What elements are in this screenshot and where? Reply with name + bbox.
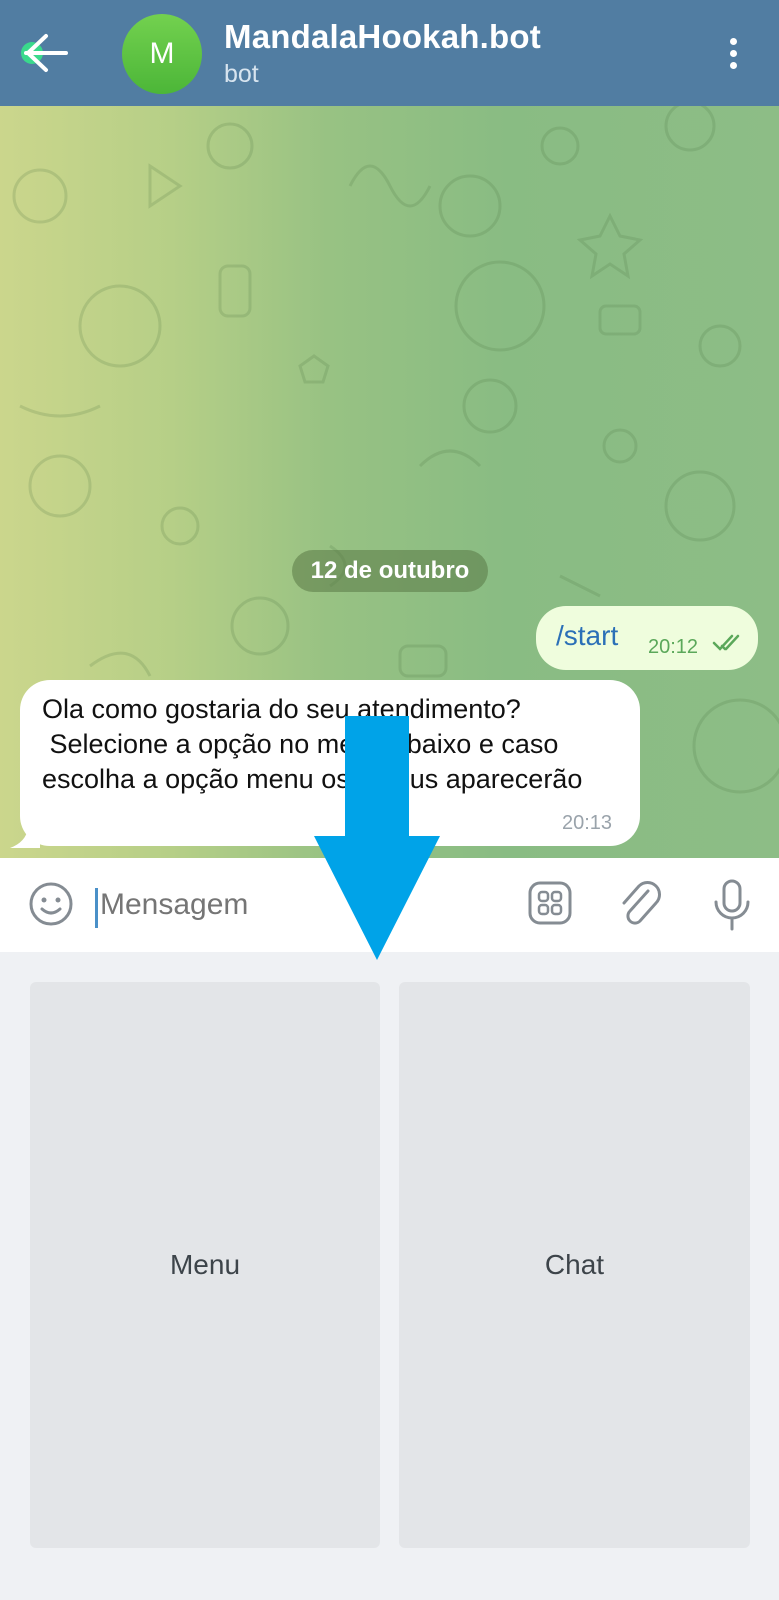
kebab-menu-icon[interactable] bbox=[726, 38, 740, 72]
annotation-arrow-down-icon bbox=[314, 716, 440, 960]
message-time: 20:12 bbox=[648, 636, 699, 658]
message-time: 20:13 bbox=[562, 812, 613, 834]
attach-icon[interactable] bbox=[618, 879, 662, 929]
text-cursor bbox=[95, 888, 98, 928]
keyboard-button-menu[interactable]: Menu bbox=[30, 982, 380, 1548]
double-check-icon bbox=[712, 634, 740, 651]
message-text[interactable]: /start bbox=[556, 620, 618, 652]
bubble-tail bbox=[10, 828, 40, 848]
keyboard-button-chat[interactable]: Chat bbox=[399, 982, 750, 1548]
back-arrow-icon[interactable] bbox=[18, 30, 70, 76]
chat-subtitle: bot bbox=[224, 60, 259, 88]
bot-keyboard: Menu Chat bbox=[0, 952, 779, 1600]
avatar[interactable]: M bbox=[122, 14, 202, 94]
outgoing-message[interactable]: /start 20:12 bbox=[536, 606, 758, 670]
chat-title[interactable]: MandalaHookah.bot bbox=[224, 18, 541, 56]
emoji-icon[interactable] bbox=[28, 881, 74, 927]
chat-header: M MandalaHookah.bot bot bbox=[0, 0, 779, 106]
date-separator: 12 de outubro bbox=[292, 550, 488, 592]
mic-icon[interactable] bbox=[712, 878, 752, 932]
apps-icon[interactable] bbox=[528, 881, 572, 925]
